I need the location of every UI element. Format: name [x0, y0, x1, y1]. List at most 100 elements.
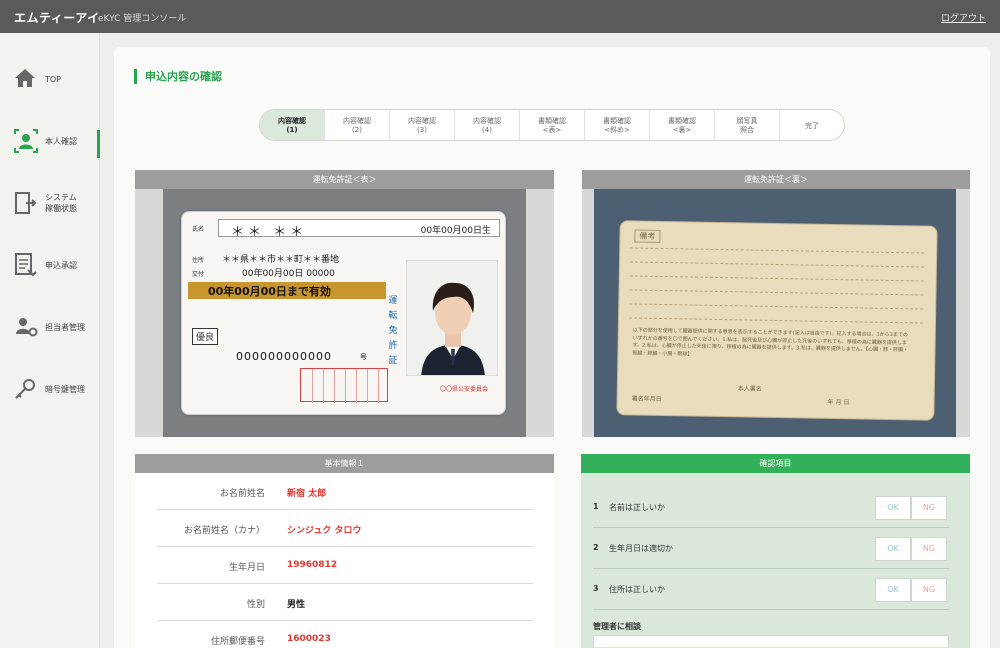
basic-info-header: 基本情報１: [135, 454, 554, 473]
check-number: 2: [593, 543, 599, 552]
info-value: シンジュク タロウ: [287, 526, 362, 536]
license-birth: 00年00月00日生: [420, 226, 491, 236]
check-text: 住所は正しいか: [609, 585, 665, 594]
info-row-birthdate: 生年月日 19960812: [157, 547, 533, 584]
check-row: 2 生年月日は適切か OK NG: [593, 528, 949, 569]
info-value: 19960812: [287, 560, 338, 570]
license-front-image[interactable]: ＊＊ ＊＊ 00年00月00日生 氏名 住所 ＊＊県＊＊市＊＊町＊＊番地 交付 …: [163, 189, 526, 437]
step-content-1: 内容確認 (1): [260, 110, 325, 140]
sidebar-item-top[interactable]: TOP: [0, 66, 100, 116]
basic-info-panel: お名前姓名 新宿 太郎 お名前姓名（カナ） シンジュク タロウ 生年月日 199…: [135, 473, 554, 648]
license-card-back: 備考 以下の部分を使用して臓器提供に関する意思を表示することができます(記入は自…: [616, 220, 938, 421]
license-issue: 00年00月00日 00000: [242, 269, 335, 279]
sidebar-item-label: TOP: [45, 75, 62, 84]
license-notes-label: 備考: [634, 229, 661, 243]
sidebar-item-label: 担当者管理: [45, 323, 85, 332]
license-name: ＊＊ ＊＊: [231, 225, 308, 240]
info-value: 1600023: [287, 634, 331, 644]
check-number: 3: [593, 584, 599, 593]
license-name-label: 氏名: [192, 226, 205, 233]
step-face-match: 顔写真 照合: [715, 110, 780, 140]
staff-icon: [13, 314, 39, 342]
license-seal: 〇〇県公安委員会: [440, 386, 489, 393]
info-value: 男性: [287, 600, 306, 610]
manager-consult-input[interactable]: [593, 635, 949, 647]
ng-button[interactable]: NG: [911, 578, 947, 602]
info-label: 性別: [246, 600, 265, 610]
manager-consult-label: 管理者に相談: [593, 622, 641, 631]
check-row: 1 名前は正しいか OK NG: [593, 487, 949, 528]
ng-button[interactable]: NG: [911, 537, 947, 561]
home-icon: [13, 66, 39, 94]
ng-button[interactable]: NG: [911, 496, 947, 520]
license-name-box: ＊＊ ＊＊ 00年00月00日生: [218, 219, 500, 240]
license-back-sign-label: 本人署名: [737, 385, 762, 393]
step-doc-tilt: 書類確認 <斜め>: [585, 110, 650, 140]
license-back-date-label: 署名年月日: [631, 395, 662, 403]
logout-link[interactable]: ログアウト: [941, 11, 986, 24]
progress-stepper: 内容確認 (1) 内容確認 (2) 内容確認 (3) 内容確認 (4) 書類確認…: [259, 109, 845, 141]
license-back-date: 年 月 日: [827, 398, 850, 407]
company-logo: エムティーアイ: [14, 11, 100, 25]
license-validity-band: 00年00月00日まで有効: [188, 282, 386, 299]
ok-button[interactable]: OK: [875, 537, 911, 561]
info-label: 生年月日: [228, 563, 265, 573]
license-back-header: 運転免許証＜裏＞: [582, 170, 970, 189]
info-row-gender: 性別 男性: [157, 584, 533, 621]
license-card-front: ＊＊ ＊＊ 00年00月00日生 氏名 住所 ＊＊県＊＊市＊＊町＊＊番地 交付 …: [181, 211, 506, 415]
check-items-panel: 1 名前は正しいか OK NG 2 生年月日は適切か OK NG 3 住所は正し…: [581, 473, 970, 648]
person-icon: [13, 128, 39, 156]
license-back-fine-print: 以下の部分を使用して臓器提供に関する意思を表示することができます(記入は自由です…: [632, 327, 909, 358]
system-icon: [13, 190, 39, 218]
license-back-panel: 備考 以下の部分を使用して臓器提供に関する意思を表示することができます(記入は自…: [582, 189, 970, 437]
info-row-name: お名前姓名 新宿 太郎: [157, 473, 533, 510]
sidebar-item-label: 暗号鍵管理: [45, 385, 85, 394]
sidebar-item-label: 申込承認: [45, 261, 77, 270]
sidebar: TOP 本人確認 システム 稼働状態 申込承認 担当者管理 暗号鍵管理: [0, 33, 100, 648]
sidebar-item-identity[interactable]: 本人確認: [0, 128, 100, 178]
license-front-header: 運転免許証＜表＞: [135, 170, 554, 189]
license-front-panel: ＊＊ ＊＊ 00年00月00日生 氏名 住所 ＊＊県＊＊市＊＊町＊＊番地 交付 …: [135, 189, 554, 437]
info-label: お名前姓名（カナ）: [183, 526, 265, 536]
step-complete: 完了: [805, 121, 819, 130]
license-vertical-title: 運転免許証: [388, 296, 398, 366]
step-content-4: 内容確認 (4): [455, 110, 520, 140]
license-face-photo: [406, 260, 498, 376]
sidebar-item-system[interactable]: システム 稼働状態: [0, 190, 100, 240]
license-validity: 00年00月00日まで有効: [208, 285, 331, 298]
license-category-grid: [300, 368, 388, 403]
check-text: 生年月日は適切か: [609, 544, 673, 553]
check-row: 3 住所は正しいか OK NG: [593, 569, 949, 610]
sidebar-item-label: システム 稼働状態: [45, 193, 77, 213]
main-panel: 申込内容の確認 内容確認 (1) 内容確認 (2) 内容確認 (3) 内容確認 …: [114, 47, 990, 648]
info-label: 住所郵便番号: [210, 637, 265, 647]
info-row-postal: 住所郵便番号 1600023: [157, 621, 533, 648]
info-label: お名前姓名: [219, 489, 265, 499]
license-address: ＊＊県＊＊市＊＊町＊＊番地: [222, 255, 340, 265]
sidebar-item-staff[interactable]: 担当者管理: [0, 314, 100, 364]
license-class: 優良: [192, 328, 219, 345]
license-number: 000000000000: [236, 350, 332, 363]
sidebar-item-key[interactable]: 暗号鍵管理: [0, 376, 100, 426]
license-back-image[interactable]: 備考 以下の部分を使用して臓器提供に関する意思を表示することができます(記入は自…: [594, 189, 956, 437]
step-content-2: 内容確認 (2): [325, 110, 390, 140]
step-doc-back: 書類確認 <裏>: [650, 110, 715, 140]
info-value: 新宿 太郎: [287, 489, 327, 499]
check-items-header: 確認項目: [581, 454, 970, 473]
page-title: 申込内容の確認: [134, 69, 222, 84]
console-title: eKYC 管理コンソール: [98, 14, 187, 24]
top-bar: エムティーアイ eKYC 管理コンソール ログアウト: [0, 0, 1000, 33]
step-content-3: 内容確認 (3): [390, 110, 455, 140]
license-number-suffix: 号: [360, 353, 367, 361]
check-number: 1: [593, 502, 599, 511]
license-address-label: 住所: [192, 257, 205, 264]
step-doc-front: 書類確認 <表>: [520, 110, 585, 140]
sidebar-item-label: 本人確認: [45, 137, 77, 146]
ok-button[interactable]: OK: [875, 578, 911, 602]
info-row-kana: お名前姓名（カナ） シンジュク タロウ: [157, 510, 533, 547]
sidebar-item-approval[interactable]: 申込承認: [0, 252, 100, 302]
license-issue-label: 交付: [192, 271, 205, 278]
key-icon: [13, 376, 39, 404]
document-icon: [13, 252, 39, 280]
ok-button[interactable]: OK: [875, 496, 911, 520]
